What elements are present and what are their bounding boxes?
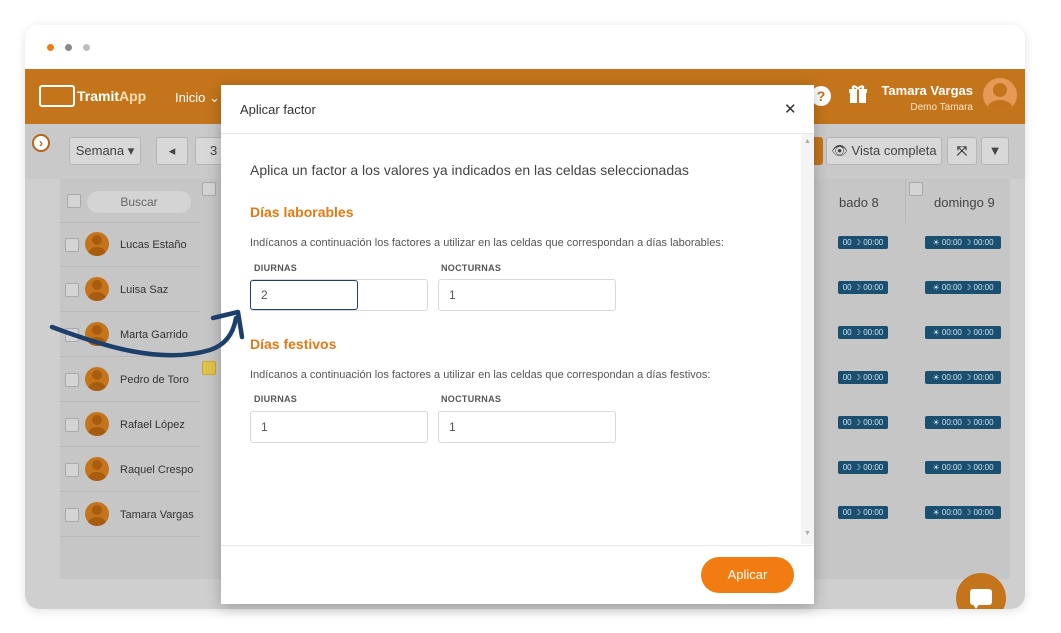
table-row[interactable]: Marta Garrido: [60, 313, 200, 357]
festivos-diurnas-input[interactable]: 1: [250, 411, 428, 443]
avatar: [85, 232, 109, 256]
search-input[interactable]: Buscar: [87, 191, 191, 213]
modal-header: Aplicar factor ✕: [221, 85, 814, 134]
row-checkbox[interactable]: [65, 283, 79, 297]
shift-badge[interactable]: 00 ☽ 00:00: [838, 236, 888, 249]
avatar: [85, 412, 109, 436]
logo-text-a: Tramit: [77, 88, 120, 104]
row-checkbox[interactable]: [65, 373, 79, 387]
table-row[interactable]: Tamara Vargas: [60, 493, 200, 537]
shift-badge[interactable]: 00 ☽ 00:00: [838, 371, 888, 384]
shift-badge[interactable]: 00 ☽ 00:00: [838, 461, 888, 474]
laborables-description: Indícanos a continuación los factores a …: [250, 237, 724, 249]
day-header-sabado[interactable]: bado 8: [810, 179, 905, 223]
tramitapp-logo[interactable]: TramitApp: [39, 83, 146, 109]
logo-text: TramitApp: [77, 88, 146, 104]
employee-name: Tamara Vargas: [120, 509, 194, 521]
user-avatar[interactable]: [983, 78, 1017, 112]
window-dot-light: [83, 44, 90, 51]
avatar: [85, 457, 109, 481]
employee-name: Pedro de Toro: [120, 374, 189, 386]
semana-dropdown[interactable]: Semana ▾: [69, 137, 141, 165]
scroll-up-icon[interactable]: ▲: [804, 138, 811, 145]
laborables-diurnas-label: DIURNAS: [254, 263, 298, 273]
modal-title: Aplicar factor: [240, 102, 316, 117]
window-dot-gray: [65, 44, 72, 51]
logo-text-b: App: [119, 88, 147, 104]
fullscreen-icon[interactable]: ⤧: [947, 137, 977, 165]
modal-footer: Aplicar: [221, 545, 814, 605]
laborables-nocturnas-input[interactable]: 1: [438, 279, 616, 311]
shift-badge[interactable]: ☀ 00:00 ☽ 00:00: [925, 461, 1001, 474]
row-checkbox[interactable]: [65, 328, 79, 342]
eye-icon: 👁: [831, 143, 848, 158]
festivos-nocturnas-input[interactable]: 1: [438, 411, 616, 443]
employee-name: Marta Garrido: [120, 329, 188, 341]
logo-icon: [39, 85, 75, 107]
table-row[interactable]: Pedro de Toro: [60, 358, 200, 402]
day-column-checkbox[interactable]: [909, 182, 923, 196]
employee-name: Lucas Estaño: [120, 239, 187, 251]
employee-name: Rafael López: [120, 419, 185, 431]
laborables-nocturnas-label: NOCTURNAS: [441, 263, 502, 273]
table-row[interactable]: Rafael López: [60, 403, 200, 447]
festivos-nocturnas-label: NOCTURNAS: [441, 394, 502, 404]
avatar: [85, 367, 109, 391]
expand-sidebar-icon[interactable]: ›: [32, 134, 50, 152]
shift-badge[interactable]: ☀ 00:00 ☽ 00:00: [925, 326, 1001, 339]
avatar: [85, 322, 109, 346]
row-checkbox[interactable]: [65, 418, 79, 432]
table-row[interactable]: Luisa Saz: [60, 268, 200, 312]
day-column-checkbox[interactable]: [202, 182, 216, 196]
avatar: [85, 277, 109, 301]
nav-inicio[interactable]: Inicio ⌄: [175, 90, 220, 106]
row-checkbox[interactable]: [65, 508, 79, 522]
laborables-title: Días laborables: [250, 204, 354, 220]
search-row: Buscar: [60, 179, 200, 223]
user-name[interactable]: Tamara Vargas: [855, 83, 973, 98]
shift-badge[interactable]: ☀ 00:00 ☽ 00:00: [925, 236, 1001, 249]
shift-badge[interactable]: ☀ 00:00 ☽ 00:00: [925, 506, 1001, 519]
window-dot-orange: [47, 44, 54, 51]
avatar: [85, 502, 109, 526]
chat-icon-tail: [972, 603, 980, 609]
filter-icon[interactable]: ▼: [981, 137, 1009, 165]
modal-intro: Aplica un factor a los valores ya indica…: [250, 162, 689, 178]
modal-scrollbar[interactable]: ▲ ▼: [801, 134, 814, 544]
prev-week-button[interactable]: ◂: [156, 137, 188, 165]
shift-badge[interactable]: ☀ 00:00 ☽ 00:00: [925, 281, 1001, 294]
shift-badge[interactable]: 00 ☽ 00:00: [838, 281, 888, 294]
shift-badge[interactable]: 00 ☽ 00:00: [838, 326, 888, 339]
window-chrome: [25, 25, 1025, 69]
festivos-diurnas-label: DIURNAS: [254, 394, 298, 404]
shift-badge[interactable]: ☀ 00:00 ☽ 00:00: [925, 371, 1001, 384]
checked-cell-checkbox[interactable]: [202, 361, 216, 375]
festivos-description: Indícanos a continuación los factores a …: [250, 369, 711, 381]
apply-button[interactable]: Aplicar: [701, 557, 794, 593]
scroll-down-icon[interactable]: ▼: [804, 530, 811, 537]
user-company: Demo Tamara: [910, 102, 973, 113]
day-header-domingo[interactable]: domingo 9: [905, 179, 1000, 223]
shift-badge[interactable]: 00 ☽ 00:00: [838, 416, 888, 429]
festivos-title: Días festivos: [250, 336, 337, 352]
laborables-diurnas-input[interactable]: 2: [250, 280, 358, 310]
row-checkbox[interactable]: [65, 238, 79, 252]
table-row[interactable]: Raquel Crespo: [60, 448, 200, 492]
shift-badge[interactable]: ☀ 00:00 ☽ 00:00: [925, 416, 1001, 429]
close-icon[interactable]: ✕: [784, 100, 797, 118]
nav-inicio-label: Inicio: [175, 90, 206, 105]
day-header-sabado-label: bado 8: [839, 195, 879, 210]
employee-name: Raquel Crespo: [120, 464, 194, 476]
select-all-checkbox[interactable]: [67, 194, 81, 208]
vista-completa-button[interactable]: 👁 Vista completa: [826, 137, 942, 165]
day-header-domingo-label: domingo 9: [934, 195, 995, 210]
row-checkbox[interactable]: [65, 463, 79, 477]
vista-completa-label: Vista completa: [851, 143, 937, 158]
apply-factor-modal: Aplicar factor ✕ ▲ ▼ Aplica un factor a …: [221, 85, 814, 604]
shift-badge[interactable]: 00 ☽ 00:00: [838, 506, 888, 519]
employee-name: Luisa Saz: [120, 284, 169, 296]
help-icon[interactable]: ?: [811, 86, 831, 106]
table-row[interactable]: Lucas Estaño: [60, 223, 200, 267]
